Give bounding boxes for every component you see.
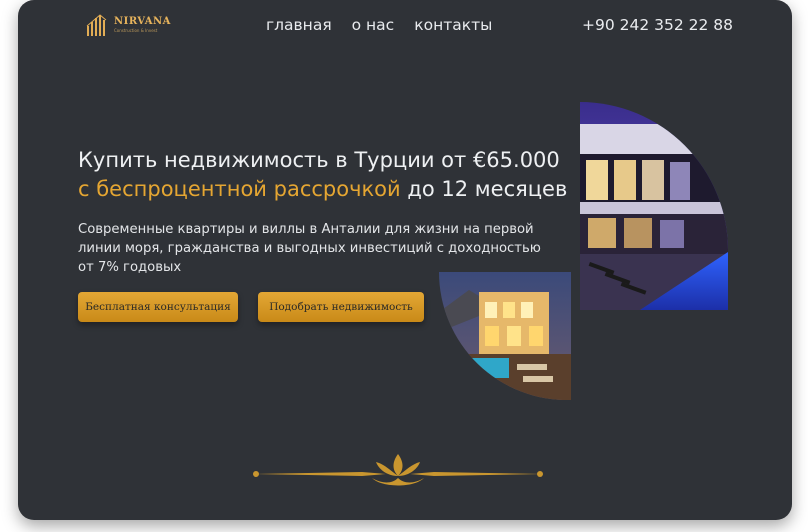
hero-title: Купить недвижимость в Турции от €65.000 … xyxy=(78,146,578,204)
logo[interactable]: NIRVANA Construction & Invest xyxy=(86,14,171,36)
nav-link-contacts[interactable]: контакты xyxy=(414,16,492,34)
house-photo xyxy=(439,272,571,400)
hero-subtitle: Современные квартиры и виллы в Анталии д… xyxy=(78,222,541,275)
hero-title-tail: до 12 месяцев xyxy=(400,177,568,201)
ornament-divider-icon xyxy=(252,454,544,486)
nav-link-about[interactable]: о нас xyxy=(352,16,395,34)
phone-number[interactable]: +90 242 352 22 88 xyxy=(582,16,733,34)
logo-tagline: Construction & Invest xyxy=(114,28,158,33)
main-nav: главная о нас контакты xyxy=(266,16,492,34)
nav-link-home[interactable]: главная xyxy=(266,16,332,34)
page-frame: NIRVANA Construction & Invest главная о … xyxy=(18,0,792,520)
hero-title-accent: с беспроцентной рассрочкой xyxy=(78,177,401,201)
logo-building-icon xyxy=(86,14,107,36)
free-consultation-button[interactable]: Бесплатная консультация xyxy=(78,292,238,322)
select-property-button[interactable]: Подобрать недвижимость xyxy=(258,292,424,322)
hero-title-main: Купить недвижимость в Турции от €65.000 xyxy=(78,148,560,172)
logo-name: NIRVANA xyxy=(114,16,171,27)
villa-photo xyxy=(580,102,728,310)
